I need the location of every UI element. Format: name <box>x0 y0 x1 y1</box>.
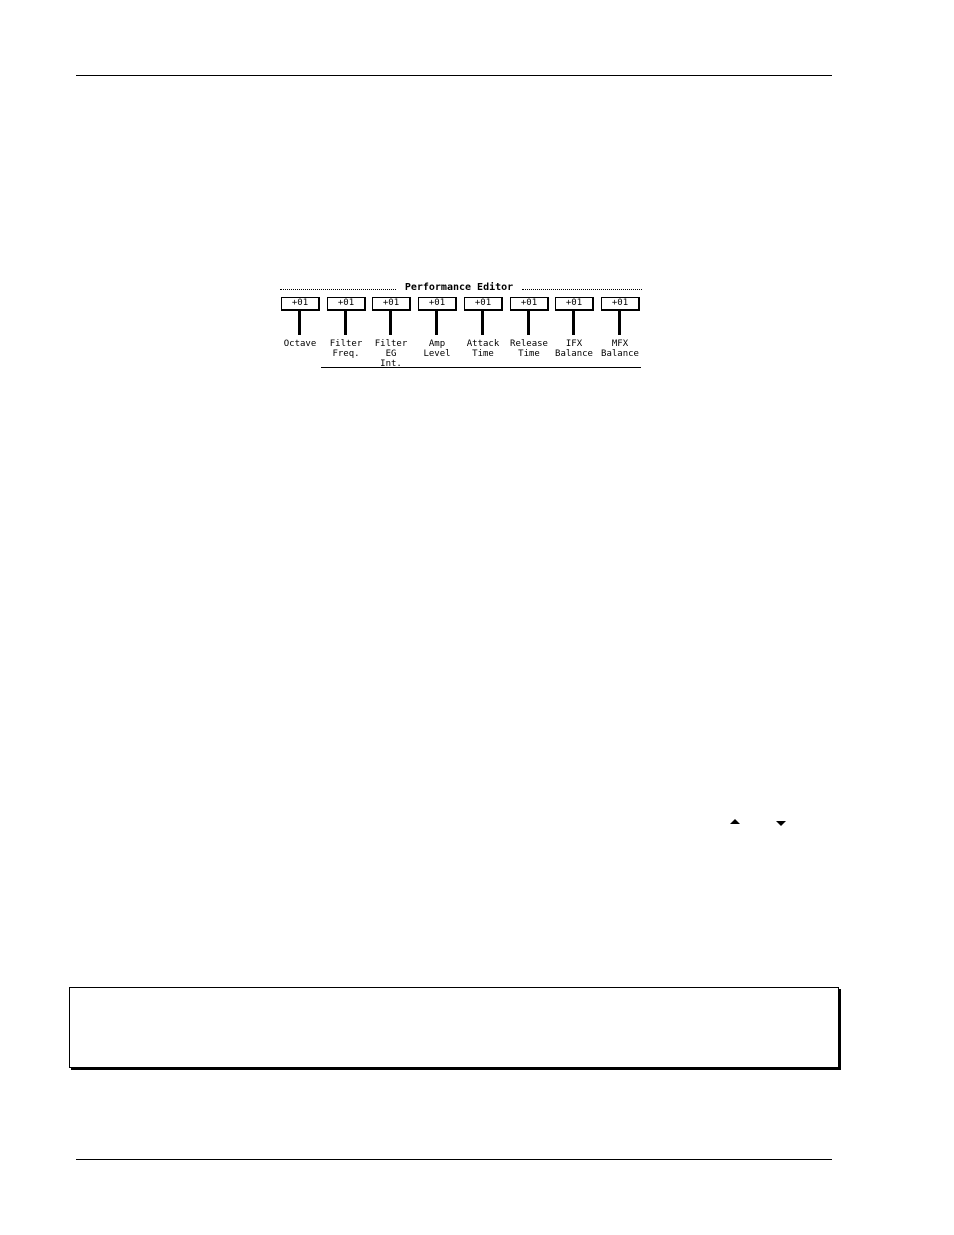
slider[interactable]: +01 Filter EG Int. <box>371 297 411 369</box>
slider-label: Octave <box>276 339 324 349</box>
up-arrow-icon <box>730 819 740 824</box>
slider-value: +01 <box>555 297 594 311</box>
slider[interactable]: +01 Attack Time <box>463 297 503 367</box>
slider-value: +01 <box>510 297 549 311</box>
performance-editor-figure: Performance Editor +01 Octave +01 Filter Fre… <box>280 282 642 371</box>
slider-label-line1: Attack <box>466 339 500 349</box>
figure-title: Performance Editor <box>404 282 514 293</box>
slider-value: +01 <box>601 297 640 311</box>
dotted-line-right <box>522 289 642 290</box>
slider-stem[interactable] <box>527 311 530 335</box>
slider-label: Filter EG Int. <box>367 339 415 369</box>
slider-label-line1: Octave <box>283 339 317 349</box>
slider-stem[interactable] <box>572 311 575 335</box>
slider-label-line1: Filter EG <box>374 339 408 359</box>
slider-stem[interactable] <box>389 311 392 335</box>
slider-label-line2: Level <box>423 349 451 359</box>
slider-value: +01 <box>327 297 366 311</box>
slider-stem[interactable] <box>481 311 484 335</box>
note-box <box>69 987 839 1068</box>
slider-label-line1: IFX <box>565 339 583 349</box>
slider-stem[interactable] <box>618 311 621 335</box>
slider-label-line2: Balance <box>601 349 639 359</box>
slider-stem[interactable] <box>344 311 347 335</box>
slider-value: +01 <box>281 297 320 311</box>
slider-stem[interactable] <box>298 311 301 335</box>
slider-label-line1: Release <box>510 339 548 349</box>
down-arrow-icon <box>776 821 786 826</box>
slider-label: Release Time <box>505 339 553 359</box>
slider-value: +01 <box>464 297 503 311</box>
slider[interactable]: +01 Filter Freq. <box>326 297 366 367</box>
slider-label: MFX Balance <box>596 339 644 359</box>
slider-label-line2: Time <box>518 349 540 359</box>
slider[interactable]: +01 IFX Balance <box>554 297 594 367</box>
slider-row: +01 Octave +01 Filter Freq. +01 Filter EG Int. +… <box>280 297 642 369</box>
slider-label-line1: Filter <box>329 339 363 349</box>
slider-value: +01 <box>418 297 457 311</box>
footer-rule <box>76 1159 832 1160</box>
slider[interactable]: +01 Amp Level <box>417 297 457 367</box>
slider-label: Filter Freq. <box>322 339 370 359</box>
header-rule <box>76 75 832 76</box>
slider-group-underline <box>321 367 641 368</box>
slider-label-line2: Time <box>472 349 494 359</box>
slider-label-line1: MFX <box>611 339 629 349</box>
slider-label: Attack Time <box>459 339 507 359</box>
slider[interactable]: +01 MFX Balance <box>600 297 640 367</box>
slider-label-line2: Freq. <box>332 349 360 359</box>
slider-label-line2: Balance <box>555 349 593 359</box>
slider-stem[interactable] <box>435 311 438 335</box>
slider-label: Amp Level <box>413 339 461 359</box>
slider[interactable]: +01 Octave <box>280 297 320 367</box>
slider[interactable]: +01 Release Time <box>509 297 549 367</box>
slider-label: IFX Balance <box>550 339 598 359</box>
figure-title-row: Performance Editor <box>280 282 642 295</box>
slider-label-line1: Amp <box>428 339 446 349</box>
dotted-line-left <box>280 289 396 290</box>
slider-value: +01 <box>372 297 411 311</box>
